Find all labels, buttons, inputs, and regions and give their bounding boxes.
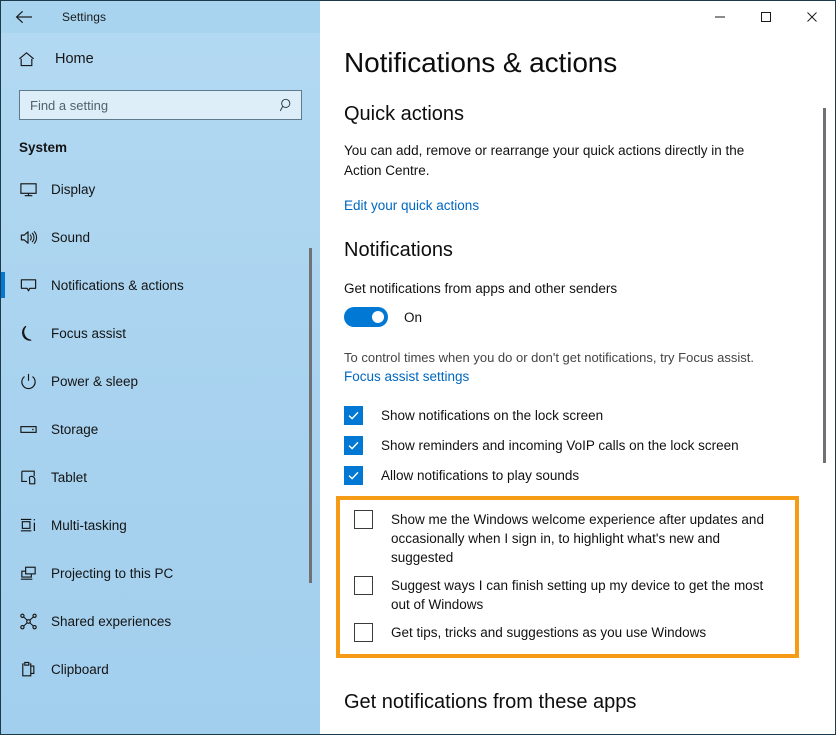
main-scrollbar-thumb[interactable] <box>823 108 826 463</box>
search-container <box>1 76 320 120</box>
checkbox-label: Show reminders and incoming VoIP calls o… <box>381 436 739 455</box>
sidebar-item-label: Multi-tasking <box>51 518 127 533</box>
notifications-toggle[interactable] <box>344 307 388 327</box>
sidebar: Home System <box>1 33 320 734</box>
monitor-icon <box>19 180 45 199</box>
sidebar-item-label: Display <box>51 182 95 197</box>
window-controls <box>320 1 835 33</box>
sidebar-item-tablet[interactable]: Tablet <box>1 453 320 501</box>
notification-bubble-icon <box>19 276 45 295</box>
multitasking-icon <box>19 516 45 535</box>
close-button[interactable] <box>789 2 835 33</box>
notification-checkbox-list: Show notifications on the lock screen Sh… <box>344 406 787 485</box>
checkbox-checked-icon[interactable] <box>344 466 363 485</box>
edit-quick-actions-link[interactable]: Edit your quick actions <box>344 198 479 213</box>
window-body: Home System <box>1 33 835 734</box>
sidebar-item-label: Tablet <box>51 470 87 485</box>
checkbox-row[interactable]: Show me the Windows welcome experience a… <box>354 510 785 567</box>
sidebar-item-label: Sound <box>51 230 90 245</box>
sidebar-item-label: Notifications & actions <box>51 278 184 293</box>
checkbox-label: Show me the Windows welcome experience a… <box>391 510 785 567</box>
sidebar-item-label: Clipboard <box>51 662 109 677</box>
power-icon <box>19 372 45 391</box>
sidebar-item-label: Focus assist <box>51 326 126 341</box>
focus-assist-hint: To control times when you do or don't ge… <box>344 349 787 367</box>
main-content: Notifications & actions Quick actions Yo… <box>320 33 835 734</box>
checkbox-label: Suggest ways I can finish setting up my … <box>391 576 785 614</box>
checkbox-row[interactable]: Show reminders and incoming VoIP calls o… <box>344 436 787 455</box>
sidebar-item-label: Projecting to this PC <box>51 566 173 581</box>
projecting-icon <box>19 564 45 583</box>
checkbox-label: Allow notifications to play sounds <box>381 466 579 485</box>
sidebar-item-multi-tasking[interactable]: Multi-tasking <box>1 501 320 549</box>
checkbox-checked-icon[interactable] <box>344 406 363 425</box>
checkbox-unchecked-icon[interactable] <box>354 510 373 529</box>
checkbox-unchecked-icon[interactable] <box>354 576 373 595</box>
highlighted-options-box: Show me the Windows welcome experience a… <box>336 496 799 658</box>
sidebar-item-label: Storage <box>51 422 98 437</box>
sidebar-item-home[interactable]: Home <box>1 42 320 76</box>
apps-notifications-heading: Get notifications from these apps <box>344 691 787 714</box>
sidebar-item-notifications-and-actions[interactable]: Notifications & actions <box>1 261 320 309</box>
search-icon[interactable] <box>279 97 295 113</box>
sidebar-item-display[interactable]: Display <box>1 165 320 213</box>
toggle-knob <box>372 311 384 323</box>
checkbox-unchecked-icon[interactable] <box>354 623 373 642</box>
speaker-icon <box>19 228 45 247</box>
notifications-toggle-label: Get notifications from apps and other se… <box>344 281 787 296</box>
checkbox-row[interactable]: Show notifications on the lock screen <box>344 406 787 425</box>
quick-actions-heading: Quick actions <box>344 103 787 126</box>
checkbox-label: Show notifications on the lock screen <box>381 406 603 425</box>
sidebar-item-shared-experiences[interactable]: Shared experiences <box>1 597 320 645</box>
back-arrow-icon <box>15 9 33 25</box>
sidebar-item-label: Power & sleep <box>51 374 138 389</box>
checkbox-row[interactable]: Get tips, tricks and suggestions as you … <box>354 623 785 642</box>
tablet-icon <box>19 468 45 487</box>
clipboard-icon <box>19 660 45 679</box>
sidebar-item-projecting-to-this-pc[interactable]: Projecting to this PC <box>1 549 320 597</box>
focus-assist-settings-link[interactable]: Focus assist settings <box>344 369 469 384</box>
search-box[interactable] <box>19 90 302 120</box>
search-input[interactable] <box>30 98 279 113</box>
home-label: Home <box>55 51 94 67</box>
checkbox-label: Get tips, tricks and suggestions as you … <box>391 623 706 642</box>
settings-window: Settings <box>0 0 836 735</box>
sidebar-item-storage[interactable]: Storage <box>1 405 320 453</box>
sidebar-scrollbar-thumb[interactable] <box>309 248 312 583</box>
sidebar-item-clipboard[interactable]: Clipboard <box>1 645 320 693</box>
checkbox-row[interactable]: Suggest ways I can finish setting up my … <box>354 576 785 614</box>
moon-icon <box>19 324 45 343</box>
sidebar-item-sound[interactable]: Sound <box>1 213 320 261</box>
sidebar-nav: Display Sound <box>1 165 320 693</box>
sidebar-item-focus-assist[interactable]: Focus assist <box>1 309 320 357</box>
home-icon <box>17 50 45 69</box>
title-bar: Settings <box>1 1 835 33</box>
maximize-icon <box>760 11 772 23</box>
maximize-button[interactable] <box>743 2 789 33</box>
quick-actions-description: You can add, remove or rearrange your qu… <box>344 141 774 181</box>
sidebar-item-label: Shared experiences <box>51 614 171 629</box>
checkbox-row[interactable]: Allow notifications to play sounds <box>344 466 787 485</box>
minimize-button[interactable] <box>697 2 743 33</box>
checkbox-checked-icon[interactable] <box>344 436 363 455</box>
back-button[interactable] <box>1 1 46 33</box>
storage-drive-icon <box>19 420 45 439</box>
sidebar-section-label: System <box>1 120 320 155</box>
share-nodes-icon <box>19 612 45 631</box>
toggle-state-label: On <box>404 310 422 325</box>
page-title: Notifications & actions <box>344 47 787 79</box>
close-icon <box>806 11 818 23</box>
notifications-heading: Notifications <box>344 239 787 262</box>
title-bar-left: Settings <box>1 1 320 33</box>
notifications-toggle-row: On <box>344 307 787 327</box>
minimize-icon <box>714 11 726 23</box>
window-title: Settings <box>62 10 106 24</box>
sidebar-item-power-and-sleep[interactable]: Power & sleep <box>1 357 320 405</box>
